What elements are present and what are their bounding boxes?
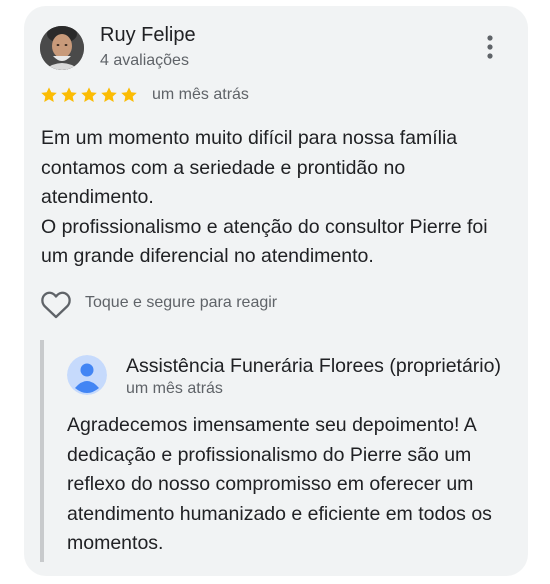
review-text-paragraph: O profissionalismo e atenção do consulto… <box>41 215 488 268</box>
react-button[interactable] <box>40 290 72 320</box>
heart-outline-icon <box>41 291 71 319</box>
review-date: um mês atrás <box>152 86 249 103</box>
more-vert-icon <box>487 35 493 59</box>
reply-date: um mês atrás <box>126 380 223 397</box>
star-icon <box>101 87 117 102</box>
review-card: Ruy Felipe 4 avaliações um mês atrás Em … <box>24 6 528 576</box>
owner-name[interactable]: Assistência Funerária Florees (proprietá… <box>126 355 501 378</box>
more-options-button[interactable] <box>478 32 502 62</box>
author-name[interactable]: Ruy Felipe <box>100 24 196 47</box>
review-text-paragraph: Em um momento muito difícil para nossa f… <box>41 127 458 208</box>
star-icon <box>121 87 137 102</box>
review-text: Em um momento muito difícil para nossa f… <box>41 124 511 272</box>
owner-reply-text: Agradecemos imensamente seu depoimento! … <box>67 414 492 554</box>
owner-avatar[interactable] <box>67 355 107 395</box>
star-icon <box>61 87 77 102</box>
star-rating <box>40 86 138 104</box>
reply-divider <box>40 340 44 562</box>
star-icon <box>41 87 57 102</box>
author-avatar[interactable] <box>40 26 84 70</box>
star-icon <box>81 87 97 102</box>
react-hint-label: Toque e segure para reagir <box>85 294 278 311</box>
default-person-icon <box>67 355 107 395</box>
author-review-count: 4 avaliações <box>100 52 189 69</box>
